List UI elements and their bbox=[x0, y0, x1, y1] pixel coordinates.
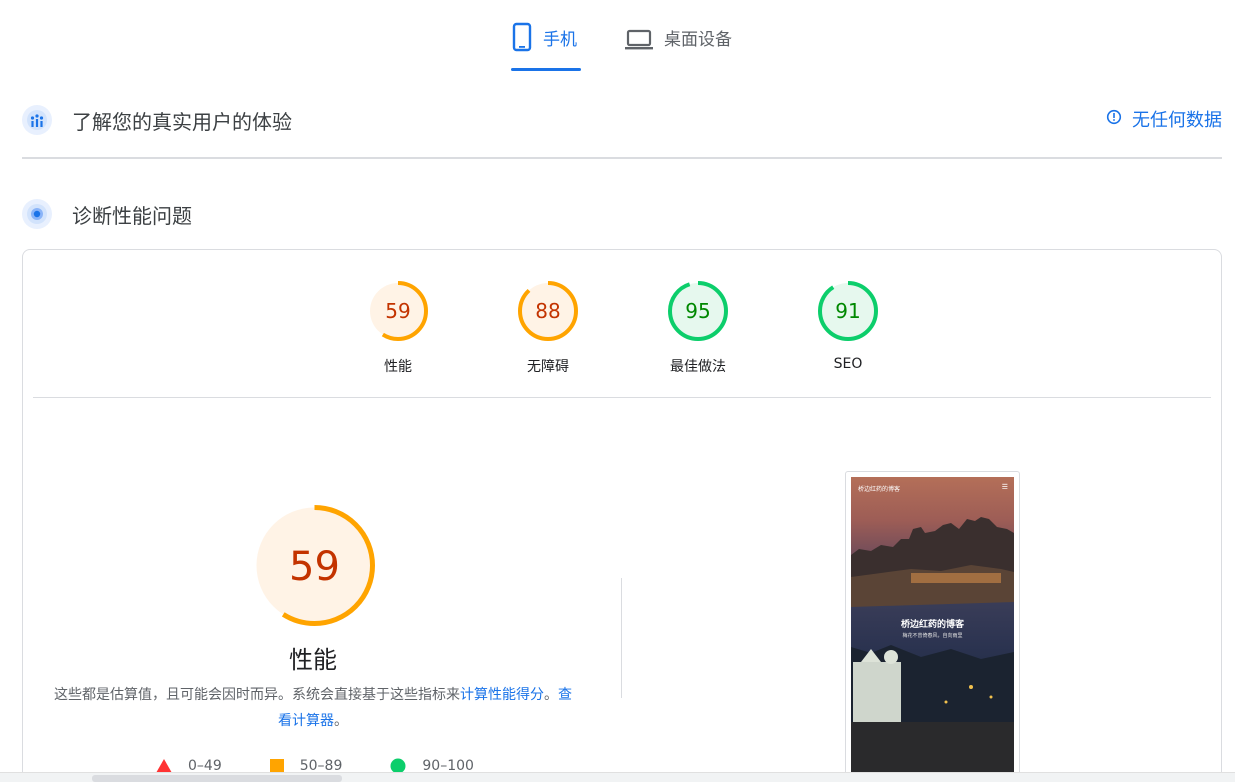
score-gauges: 59 性能 88 无障碍 95 最佳做法 91 SEO bbox=[23, 280, 1223, 390]
device-tabs: 手机 桌面设备 bbox=[0, 0, 1235, 72]
gauge-seo[interactable]: 91 SEO bbox=[788, 280, 908, 372]
page-screenshot[interactable]: 桥边红药的博客 ☰ 桥边红药的博客 梅花不曾倚春风，自向雨里 bbox=[845, 471, 1020, 782]
info-icon bbox=[1106, 109, 1122, 129]
gauge-label: 最佳做法 bbox=[670, 359, 726, 375]
gauge-score: 95 bbox=[685, 299, 710, 323]
users-chart-icon bbox=[22, 105, 52, 135]
gauge-best-practices[interactable]: 95 最佳做法 bbox=[638, 280, 758, 376]
description-end: 。 bbox=[334, 713, 348, 729]
horizontal-scrollbar[interactable] bbox=[0, 772, 1235, 782]
laptop-icon bbox=[624, 22, 654, 56]
active-tab-indicator bbox=[511, 68, 581, 71]
orange-square-icon bbox=[269, 759, 284, 773]
section-divider bbox=[22, 157, 1222, 159]
gauge-score: 59 bbox=[385, 299, 410, 323]
diagnostics-card: 59 性能 88 无障碍 95 最佳做法 91 SEO 59 性能 这些都是估算… bbox=[22, 249, 1222, 782]
gauge-ring: 88 bbox=[518, 281, 578, 341]
no-data-link[interactable]: 无任何数据 bbox=[1106, 106, 1222, 132]
screenshot-site-title: 桥边红药的博客 bbox=[900, 620, 964, 630]
gauge-ring: 95 bbox=[668, 281, 728, 341]
tab-mobile-label: 手机 bbox=[543, 30, 577, 50]
performance-big-score: 59 bbox=[289, 544, 340, 590]
hamburger-icon: ☰ bbox=[1001, 483, 1008, 491]
performance-big-gauge: 59 bbox=[254, 505, 375, 626]
screenshot-site-subtitle: 梅花不曾倚春风，自向雨里 bbox=[902, 633, 963, 639]
lighthouse-icon bbox=[22, 199, 52, 229]
scrollbar-thumb[interactable] bbox=[92, 775, 342, 782]
gauge-ring: 91 bbox=[818, 281, 878, 341]
diagnose-section: 诊断性能问题 bbox=[22, 196, 1222, 232]
tab-mobile[interactable]: 手机 bbox=[511, 22, 581, 72]
screenshot-image: 桥边红药的博客 ☰ 桥边红药的博客 梅花不曾倚春风，自向雨里 bbox=[851, 477, 1014, 782]
description-sep: 。 bbox=[544, 687, 558, 703]
diagnose-title: 诊断性能问题 bbox=[72, 203, 192, 228]
performance-description: 这些都是估算值，且可能会因时而异。系统会直接基于这些指标来计算性能得分。查看计算… bbox=[53, 682, 573, 734]
vertical-separator bbox=[621, 578, 622, 698]
gauge-performance[interactable]: 59 性能 bbox=[338, 280, 458, 376]
calc-score-link[interactable]: 计算性能得分 bbox=[460, 687, 544, 703]
gauge-ring: 59 bbox=[368, 281, 428, 341]
smartphone-icon bbox=[511, 22, 533, 56]
gauge-accessibility[interactable]: 88 无障碍 bbox=[488, 280, 608, 376]
gauge-score: 91 bbox=[835, 299, 860, 323]
gauge-label: SEO bbox=[833, 356, 863, 372]
gauge-score: 88 bbox=[535, 299, 560, 323]
real-user-section: 了解您的真实用户的体验 无任何数据 bbox=[22, 102, 1222, 138]
performance-title: 性能 bbox=[289, 646, 337, 674]
tab-desktop[interactable]: 桌面设备 bbox=[624, 22, 744, 72]
red-triangle-icon bbox=[156, 759, 172, 773]
gauge-label: 性能 bbox=[384, 359, 412, 375]
card-divider bbox=[33, 397, 1211, 398]
gauge-label: 无障碍 bbox=[527, 359, 569, 375]
no-data-label: 无任何数据 bbox=[1132, 110, 1222, 131]
description-text: 这些都是估算值，且可能会因时而异。系统会直接基于这些指标来 bbox=[54, 687, 460, 703]
real-user-title: 了解您的真实用户的体验 bbox=[72, 109, 292, 134]
tab-desktop-label: 桌面设备 bbox=[664, 30, 732, 50]
screenshot-site-header: 桥边红药的博客 bbox=[858, 486, 901, 493]
